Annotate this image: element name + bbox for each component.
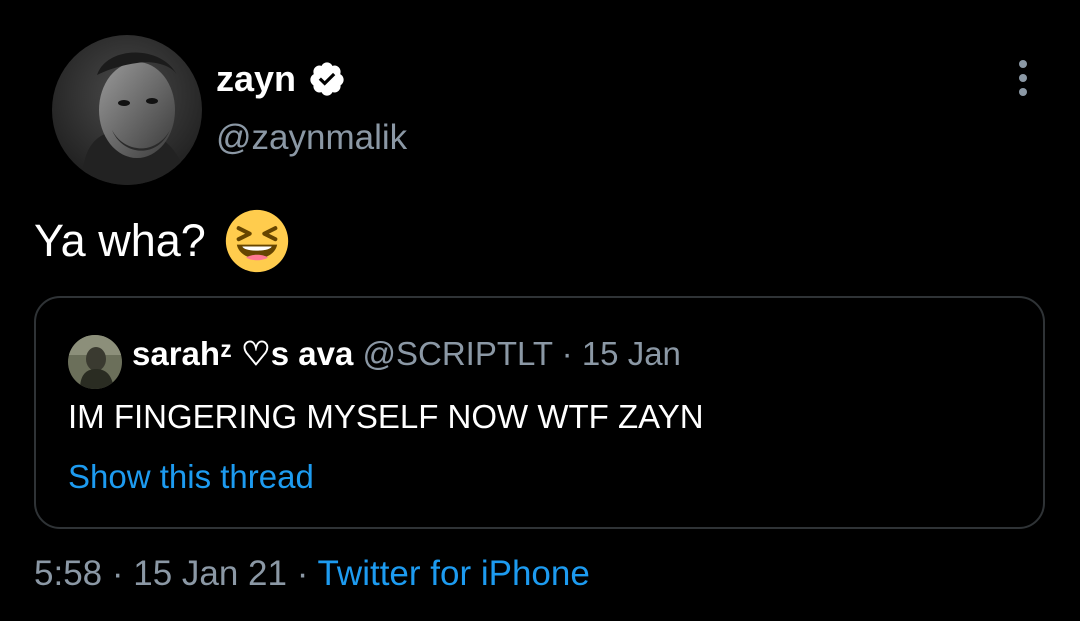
author-handle[interactable]: @zaynmalik (216, 117, 407, 159)
quoted-display-name[interactable]: sarahᶻ ♡s ava (132, 335, 353, 372)
tweet-source-link[interactable]: Twitter for iPhone (317, 554, 589, 593)
footer-separator: · (296, 554, 309, 593)
profile-photo (68, 335, 122, 389)
laughing-emoji-icon (225, 209, 288, 273)
quoted-handle[interactable]: @SCRIPTLT (363, 335, 553, 372)
profile-photo (52, 35, 202, 185)
quoted-author-avatar[interactable] (68, 335, 122, 389)
quoted-separator: · (561, 335, 573, 372)
tweet-body: Ya wha? (34, 208, 290, 274)
tweet-time[interactable]: 5:58 (34, 554, 102, 593)
verified-badge-icon (310, 62, 344, 96)
tweet-date[interactable]: 15 Jan 21 (133, 554, 287, 593)
footer-separator: · (111, 554, 124, 593)
quoted-date[interactable]: 15 Jan (582, 335, 681, 372)
author-display-name[interactable]: zayn (216, 58, 346, 100)
tweet-footer: 5:58 · 15 Jan 21 · Twitter for iPhone (34, 552, 590, 596)
author-avatar[interactable] (52, 35, 202, 185)
more-options-icon[interactable] (1011, 58, 1035, 98)
quoted-tweet-text: IM FINGERING MYSELF NOW WTF ZAYN (68, 398, 704, 435)
quoted-tweet-card[interactable]: sarahᶻ ♡s ava @SCRIPTLT · 15 Jan IM FING… (34, 296, 1045, 529)
author-name-text: zayn (216, 58, 297, 99)
tweet-text: Ya wha? (34, 215, 206, 266)
show-thread-link[interactable]: Show this thread (68, 456, 314, 498)
quoted-header: sarahᶻ ♡s ava @SCRIPTLT · 15 Jan (132, 334, 681, 374)
